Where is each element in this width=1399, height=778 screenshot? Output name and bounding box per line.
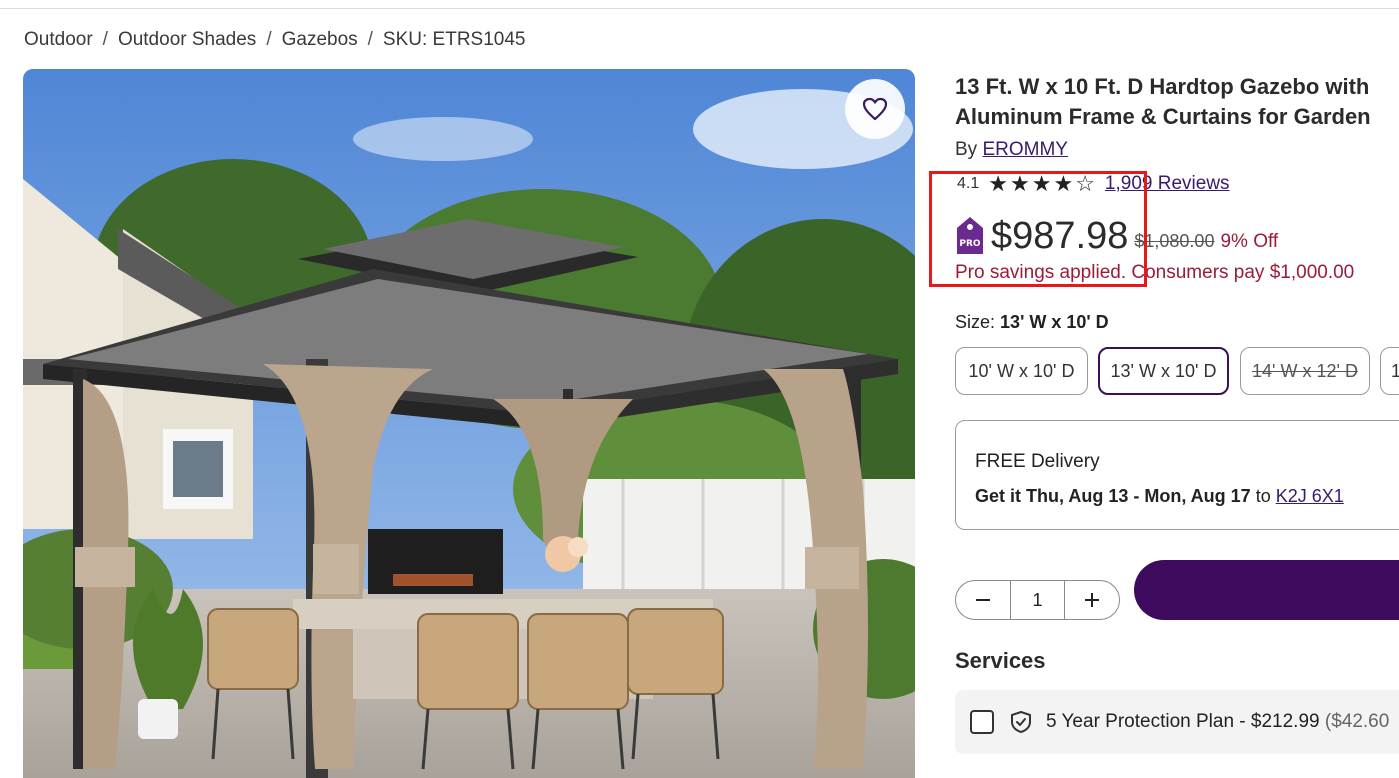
size-option-14x12[interactable]: 14' W x 12' D — [1240, 347, 1370, 395]
protection-plan-monthly: ($42.60 — [1324, 711, 1390, 732]
quantity-value[interactable]: 1 — [1009, 581, 1066, 619]
by-prefix: By — [955, 139, 978, 160]
breadcrumb-outdoor[interactable]: Outdoor — [24, 29, 93, 51]
delivery-title: FREE Delivery — [975, 451, 1100, 472]
top-divider — [0, 8, 1399, 9]
protection-plan-label: 5 Year Protection Plan - $212.99 ($42.60 — [1046, 711, 1389, 733]
breadcrumb-gazebos[interactable]: Gazebos — [282, 29, 358, 51]
plus-icon — [1085, 593, 1100, 607]
product-title: 13 Ft. W x 10 Ft. D Hardtop Gazebo with … — [955, 72, 1399, 132]
shield-check-icon — [1011, 711, 1031, 733]
product-title-line-2: Aluminum Frame & Curtains for Garden — [955, 104, 1371, 129]
minus-icon — [975, 599, 990, 601]
size-option-13x10[interactable]: 13' W x 10' D — [1098, 347, 1229, 395]
product-title-line-1: 13 Ft. W x 10 Ft. D Hardtop Gazebo with — [955, 74, 1370, 99]
services-heading: Services — [955, 648, 1046, 673]
brand-link[interactable]: EROMMY — [982, 139, 1068, 160]
breadcrumb-separator: / — [367, 29, 373, 50]
size-option-10x10[interactable]: 10' W x 10' D — [955, 347, 1088, 395]
favorite-button[interactable] — [845, 79, 905, 139]
breadcrumb-sku: SKU: ETRS1045 — [382, 29, 526, 50]
breadcrumb-outdoor-shades[interactable]: Outdoor Shades — [118, 29, 256, 51]
delivery-to: to — [1255, 486, 1271, 506]
discount-label: 9% Off — [1220, 231, 1279, 252]
protection-plan-card: 5 Year Protection Plan - $212.99 ($42.60 — [955, 690, 1399, 754]
breadcrumb-separator: / — [102, 29, 108, 50]
postal-code-link[interactable]: K2J 6X1 — [1276, 486, 1344, 506]
delivery-card: FREE Delivery Get it Thu, Aug 13 - Mon, … — [955, 420, 1399, 530]
quantity-stepper: 1 — [955, 580, 1120, 620]
protection-plan-title: 5 Year Protection Plan - $212.99 — [1046, 711, 1320, 732]
size-option-label: 10' W x 10' D — [968, 360, 1075, 381]
size-selected-value: 13' W x 10' D — [1000, 312, 1109, 332]
size-option-label: 14' W x 12' D — [1252, 360, 1358, 381]
product-image[interactable] — [23, 69, 915, 778]
quantity-increase-button[interactable] — [1065, 581, 1119, 619]
size-option-label: 13' W x 10' D — [1110, 360, 1217, 381]
size-label-prefix: Size: — [955, 312, 996, 332]
size-option-partial[interactable]: 1 — [1380, 347, 1399, 395]
brand-line: By EROMMY — [955, 139, 1068, 161]
quantity-decrease-button[interactable] — [956, 581, 1010, 619]
delivery-dates: Get it Thu, Aug 13 - Mon, Aug 17 — [975, 486, 1251, 506]
price-highlight-box — [929, 171, 1147, 287]
protection-plan-checkbox[interactable] — [970, 710, 994, 734]
delivery-estimate: Get it Thu, Aug 13 - Mon, Aug 17 to K2J … — [975, 486, 1344, 507]
size-label: Size: 13' W x 10' D — [955, 312, 1109, 333]
breadcrumb-separator: / — [266, 29, 272, 50]
breadcrumb: Outdoor / Outdoor Shades / Gazebos / SKU… — [24, 29, 526, 51]
size-option-label: 1 — [1391, 360, 1399, 381]
heart-icon — [862, 97, 888, 121]
add-to-cart-button[interactable] — [1134, 560, 1399, 620]
